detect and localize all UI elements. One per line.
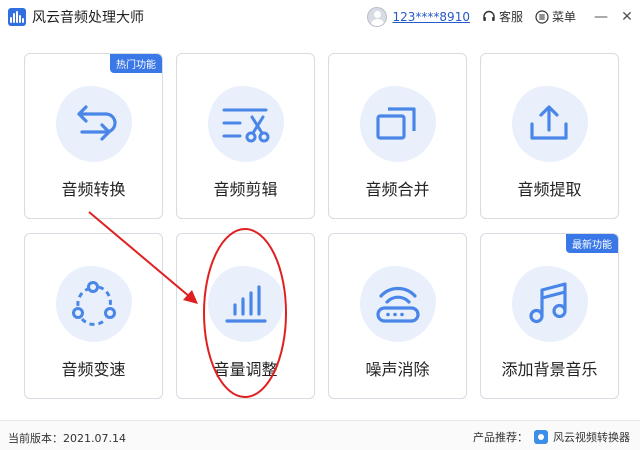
card-label: 音量调整 xyxy=(213,360,278,379)
headset-icon xyxy=(483,10,495,21)
scissors-icon xyxy=(222,108,270,143)
card-add-bgm[interactable]: 添加背景音乐 最新功能 xyxy=(480,233,619,399)
card-label: 音频转换 xyxy=(61,180,126,199)
card-audio-extract[interactable]: 音频提取 xyxy=(480,53,619,219)
title-bar: 风云音频处理大师 123****8910 客服 菜单 — ✕ xyxy=(0,0,640,33)
card-audio-speed[interactable]: 音频变速 xyxy=(24,233,163,399)
customer-service-label: 客服 xyxy=(498,10,523,24)
card-label: 噪声消除 xyxy=(365,360,430,379)
convert-icon xyxy=(77,105,117,141)
app-title: 风云音频处理大师 xyxy=(32,9,144,26)
card-volume-adjust[interactable]: 音量调整 xyxy=(176,233,315,399)
card-label: 音频变速 xyxy=(61,360,126,379)
app-logo-icon xyxy=(8,7,26,26)
card-audio-cut[interactable]: 音频剪辑 xyxy=(176,53,315,219)
recommend-product-link[interactable]: 风云视频转换器 xyxy=(553,429,630,445)
extract-icon xyxy=(530,105,568,140)
card-noise-removal[interactable]: 噪声消除 xyxy=(328,233,467,399)
card-audio-convert[interactable]: 音频转换 热门功能 xyxy=(24,53,163,219)
new-feature-badge: 最新功能 xyxy=(566,234,618,253)
card-label: 添加背景音乐 xyxy=(501,360,598,379)
card-label: 音频剪辑 xyxy=(213,180,278,199)
speed-icon xyxy=(72,281,116,326)
music-note-icon xyxy=(529,282,567,324)
status-bar: 当前版本：2021.07.14 产品推荐： 风云视频转换器 xyxy=(0,420,640,450)
merge-icon xyxy=(376,107,416,140)
version-text: 当前版本：2021.07.14 xyxy=(8,432,126,445)
customer-service-button[interactable]: 客服 xyxy=(482,8,523,25)
video-converter-logo-icon xyxy=(534,430,548,444)
recommend-label: 产品推荐： xyxy=(473,431,528,444)
card-label: 音频合并 xyxy=(365,180,430,199)
product-recommend: 产品推荐： 风云视频转换器 xyxy=(473,429,630,445)
minimize-button[interactable]: — xyxy=(588,0,614,33)
account-link[interactable]: 123****8910 xyxy=(393,10,470,24)
card-audio-merge[interactable]: 音频合并 xyxy=(328,53,467,219)
card-label: 音频提取 xyxy=(517,180,582,199)
menu-button[interactable]: 菜单 xyxy=(535,8,576,25)
close-button[interactable]: ✕ xyxy=(614,0,640,33)
menu-label: 菜单 xyxy=(551,10,576,24)
noise-removal-icon xyxy=(376,286,420,323)
menu-icon xyxy=(535,9,549,24)
volume-bars-icon xyxy=(225,285,267,323)
hot-feature-badge: 热门功能 xyxy=(110,54,162,73)
avatar[interactable] xyxy=(366,6,387,27)
